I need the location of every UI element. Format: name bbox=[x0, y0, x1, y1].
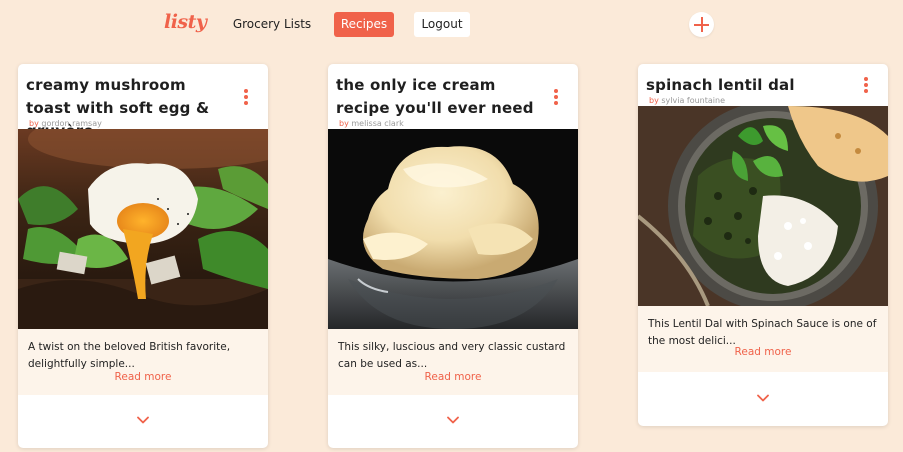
recipe-card[interactable]: the only ice cream recipe you'll ever ne… bbox=[328, 64, 578, 448]
author-name: sylvia fountaine bbox=[661, 96, 725, 105]
author-name: gordon ramsay bbox=[41, 119, 102, 128]
chevron-down-icon[interactable] bbox=[447, 414, 459, 426]
recipe-description: This Lentil Dal with Spinach Sauce is on… bbox=[648, 318, 877, 347]
top-nav: listy Grocery Lists Recipes Logout bbox=[0, 0, 903, 48]
more-vertical-icon[interactable] bbox=[554, 89, 558, 105]
logout-button[interactable]: Logout bbox=[414, 12, 470, 37]
recipe-description-area: This silky, luscious and very classic cu… bbox=[328, 329, 578, 395]
recipe-author: by melissa clark bbox=[339, 119, 404, 128]
author-name: melissa clark bbox=[351, 119, 404, 128]
recipe-title[interactable]: the only ice cream recipe you'll ever ne… bbox=[336, 74, 541, 120]
recipe-image[interactable] bbox=[638, 106, 888, 306]
more-vertical-icon[interactable] bbox=[864, 77, 868, 93]
recipe-card[interactable]: creamy mushroom toast with soft egg & gr… bbox=[18, 64, 268, 448]
recipe-image[interactable] bbox=[328, 129, 578, 329]
recipe-description-area: A twist on the beloved British favorite,… bbox=[18, 329, 268, 395]
recipe-description: A twist on the beloved British favorite,… bbox=[28, 341, 231, 370]
nav-grocery-lists[interactable]: Grocery Lists bbox=[230, 12, 314, 37]
recipe-description: This silky, luscious and very classic cu… bbox=[338, 341, 566, 370]
author-prefix: by bbox=[339, 119, 349, 128]
read-more-link[interactable]: Read more bbox=[638, 346, 888, 358]
recipe-author: by sylvia fountaine bbox=[649, 96, 725, 105]
recipe-description-area: This Lentil Dal with Spinach Sauce is on… bbox=[638, 306, 888, 372]
chevron-down-icon[interactable] bbox=[137, 414, 149, 426]
add-recipe-button[interactable] bbox=[689, 12, 714, 37]
author-prefix: by bbox=[649, 96, 659, 105]
nav-recipes[interactable]: Recipes bbox=[334, 12, 394, 37]
app-logo[interactable]: listy bbox=[164, 11, 207, 33]
recipe-title[interactable]: spinach lentil dal bbox=[646, 74, 851, 97]
read-more-link[interactable]: Read more bbox=[328, 371, 578, 383]
read-more-link[interactable]: Read more bbox=[18, 371, 268, 383]
more-vertical-icon[interactable] bbox=[244, 89, 248, 105]
recipe-author: by gordon ramsay bbox=[29, 119, 102, 128]
recipe-card[interactable]: spinach lentil dal by sylvia fountaine T… bbox=[638, 64, 888, 426]
author-prefix: by bbox=[29, 119, 39, 128]
recipe-image[interactable] bbox=[18, 129, 268, 329]
chevron-down-icon[interactable] bbox=[757, 392, 769, 404]
